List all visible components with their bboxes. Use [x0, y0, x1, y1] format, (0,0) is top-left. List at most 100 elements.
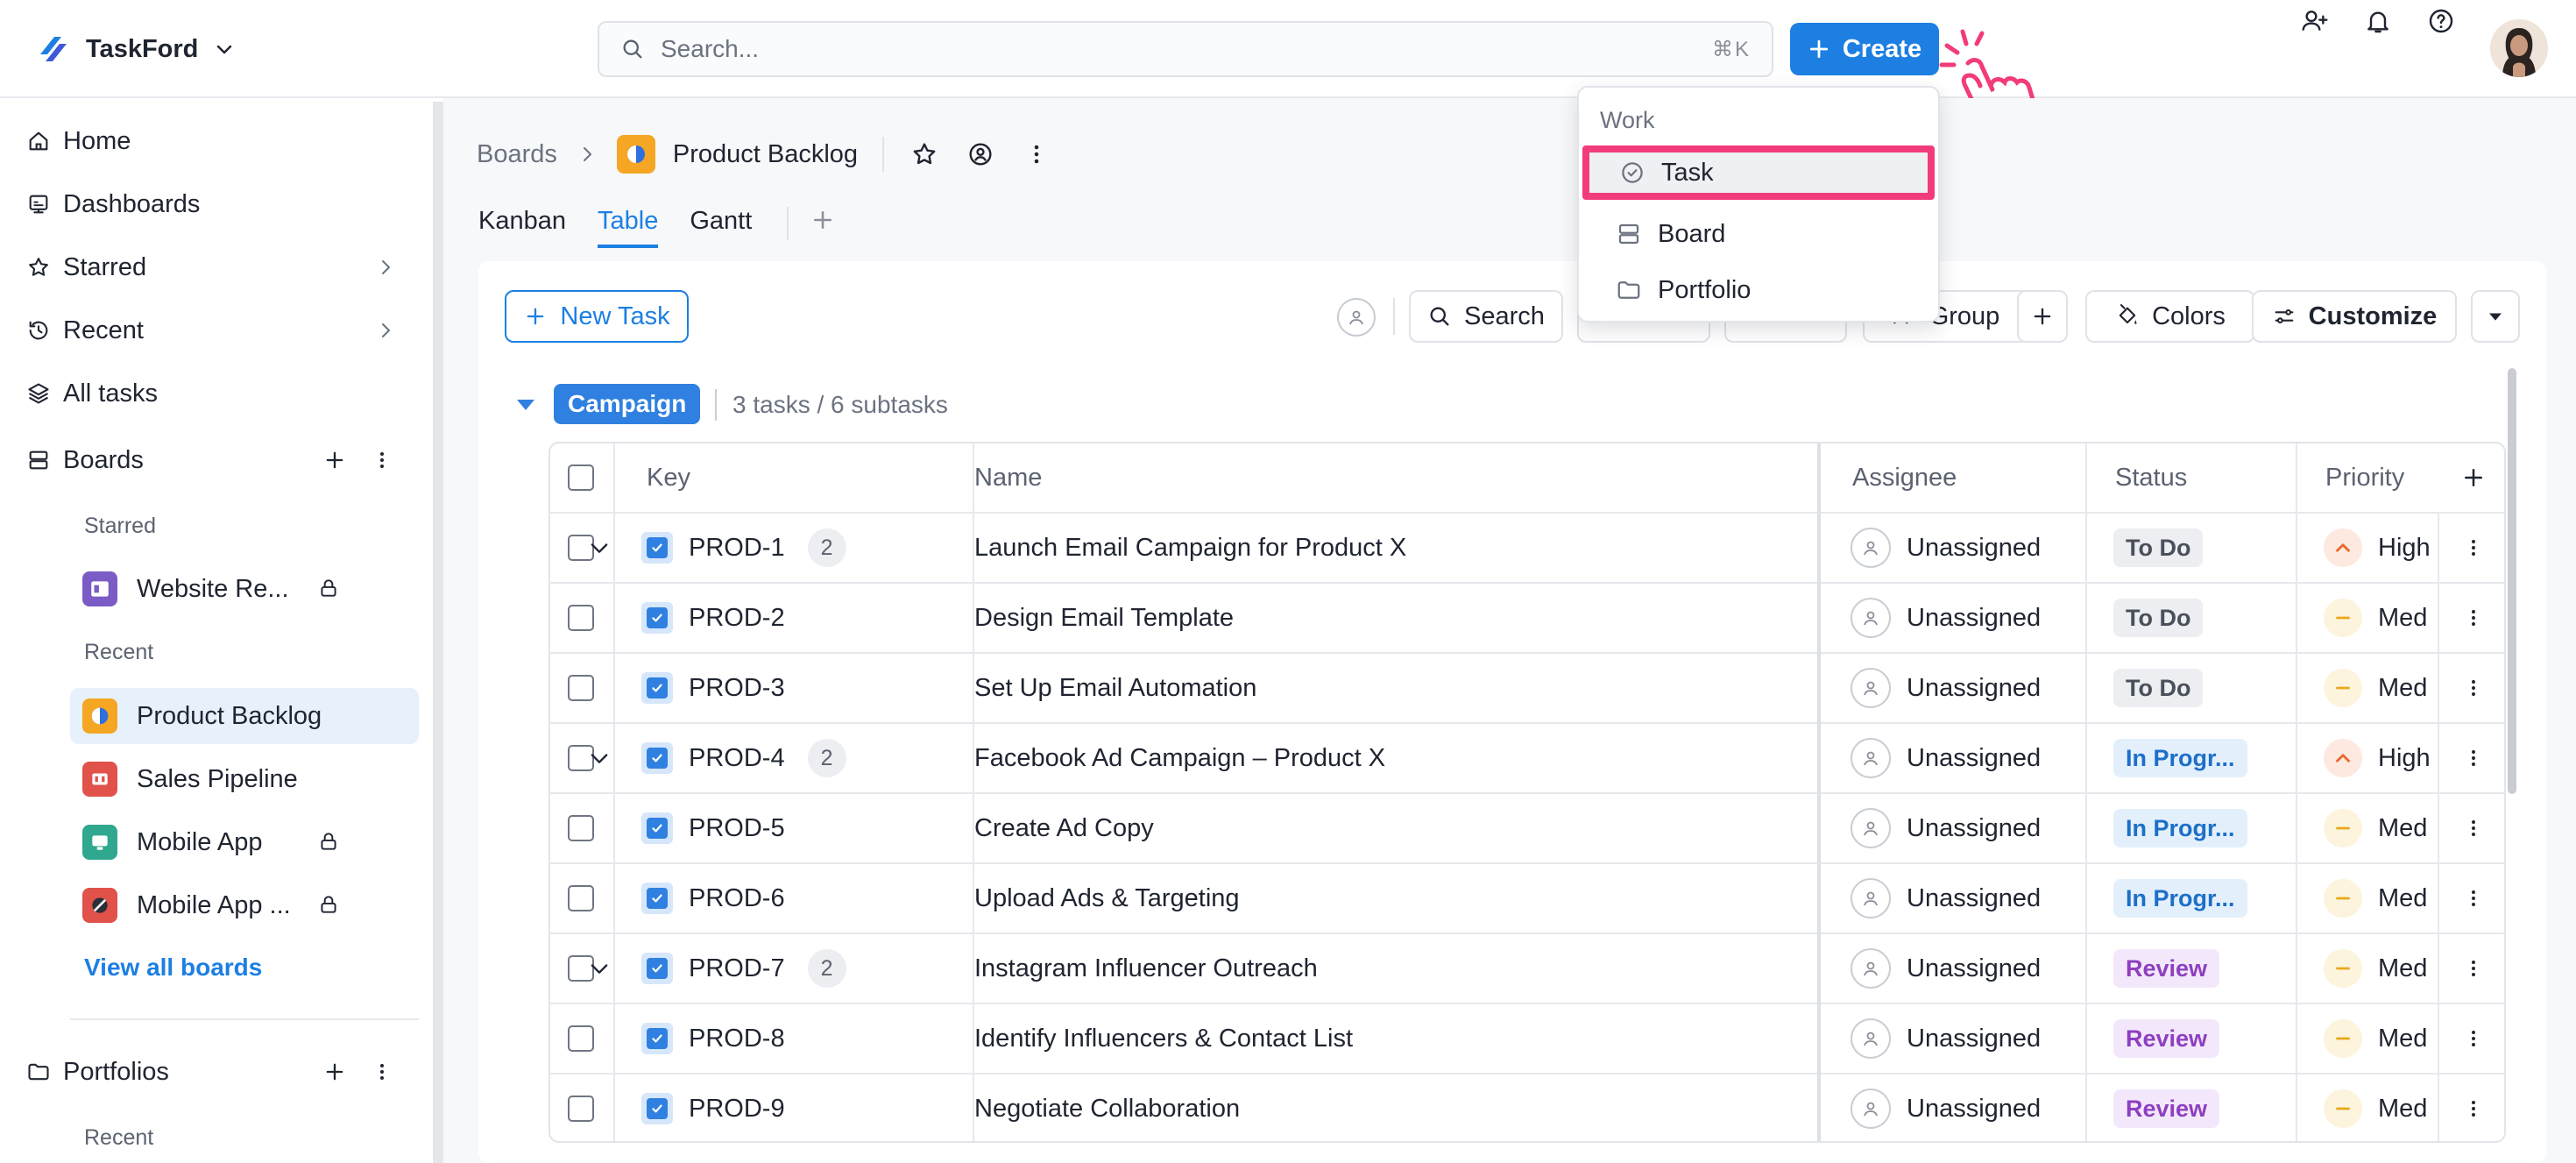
create-button[interactable]: Create: [1790, 23, 1939, 75]
board-mobile-app[interactable]: Mobile App: [70, 814, 419, 870]
sidebar-item-boards[interactable]: Boards: [26, 436, 144, 485]
priority-cell[interactable]: Med: [2324, 794, 2427, 862]
add-column-icon[interactable]: [2439, 443, 2504, 512]
select-all-checkbox[interactable]: [568, 464, 594, 491]
row-checkbox[interactable]: [568, 675, 594, 701]
task-name[interactable]: Identify Influencers & Contact List: [974, 1004, 1353, 1073]
task-name[interactable]: Negotiate Collaboration: [974, 1074, 1240, 1141]
priority-cell[interactable]: Med: [2324, 864, 2427, 933]
priority-cell[interactable]: Med: [2324, 584, 2427, 652]
sidebar-item-dashboards[interactable]: Dashboards: [26, 180, 200, 229]
global-search[interactable]: ⌘K: [598, 21, 1773, 77]
priority-cell[interactable]: High: [2324, 514, 2431, 582]
column-header-key[interactable]: Key: [647, 443, 690, 512]
task-name[interactable]: Launch Email Campaign for Product X: [974, 514, 1406, 582]
sidebar-item-all-tasks[interactable]: All tasks: [26, 369, 158, 418]
board-mobile-app-2[interactable]: Mobile App ...: [70, 877, 419, 933]
table-row[interactable]: PROD-9 Negotiate Collaboration Unassigned R…: [550, 1074, 2504, 1141]
tab-kanban[interactable]: Kanban: [478, 207, 566, 245]
table-row[interactable]: PROD-4 2 Facebook Ad Campaign – Product X U…: [550, 724, 2504, 794]
status-cell[interactable]: Review: [2113, 1004, 2220, 1073]
row-checkbox[interactable]: [568, 1025, 594, 1052]
row-checkbox[interactable]: [568, 815, 594, 841]
chevron-down-icon[interactable]: [587, 956, 612, 981]
task-name[interactable]: Set Up Email Automation: [974, 654, 1256, 722]
assignee-cell[interactable]: Unassigned: [1851, 864, 2041, 933]
assignee-cell[interactable]: Unassigned: [1851, 654, 2041, 722]
add-board-icon[interactable]: [321, 446, 349, 474]
assignee-cell[interactable]: Unassigned: [1851, 724, 2041, 792]
task-name[interactable]: Facebook Ad Campaign – Product X: [974, 724, 1385, 792]
task-key[interactable]: PROD-8: [689, 1025, 785, 1053]
colors-button[interactable]: Colors: [2085, 290, 2255, 343]
watch-board-icon[interactable]: [965, 138, 996, 170]
row-checkbox[interactable]: [568, 885, 594, 911]
table-row[interactable]: PROD-8 Identify Influencers & Contact Lis…: [550, 1004, 2504, 1074]
status-cell[interactable]: To Do: [2113, 514, 2204, 582]
sidebar-item-home[interactable]: Home: [26, 117, 131, 166]
task-name[interactable]: Design Email Template: [974, 584, 1234, 652]
column-header-priority[interactable]: Priority: [2325, 443, 2404, 512]
add-portfolio-icon[interactable]: [321, 1058, 349, 1086]
chevron-down-icon[interactable]: [587, 746, 612, 770]
row-checkbox[interactable]: [568, 1096, 594, 1122]
table-scrollbar[interactable]: [2508, 368, 2516, 794]
boards-more-icon[interactable]: [368, 446, 396, 474]
task-key[interactable]: PROD-5: [689, 814, 785, 843]
table-row[interactable]: PROD-1 2 Launch Email Campaign for Product…: [550, 514, 2504, 584]
status-cell[interactable]: Review: [2113, 1074, 2220, 1141]
row-more-icon[interactable]: [2438, 864, 2504, 933]
status-cell[interactable]: To Do: [2113, 584, 2204, 652]
assignee-cell[interactable]: Unassigned: [1851, 1074, 2041, 1141]
status-cell[interactable]: To Do: [2113, 654, 2204, 722]
table-row[interactable]: PROD-6 Upload Ads & Targeting Unassigned In…: [550, 864, 2504, 934]
collapse-group-icon[interactable]: [513, 394, 538, 415]
table-row[interactable]: PROD-2 Design Email Template Unassigned To …: [550, 584, 2504, 654]
sidebar-scrollbar[interactable]: [433, 102, 443, 1163]
task-key[interactable]: PROD-6: [689, 884, 785, 913]
breadcrumb-boards-link[interactable]: Boards: [477, 140, 557, 169]
board-product-backlog[interactable]: Product Backlog: [70, 688, 419, 744]
row-more-icon[interactable]: [2438, 514, 2504, 582]
task-key[interactable]: PROD-7: [689, 954, 785, 983]
status-cell[interactable]: Review: [2113, 934, 2220, 1003]
bell-icon[interactable]: [2357, 0, 2399, 42]
status-cell[interactable]: In Progr...: [2113, 864, 2247, 933]
board-more-icon[interactable]: [1021, 138, 1052, 170]
view-all-boards-link[interactable]: View all boards: [84, 954, 262, 982]
assignee-cell[interactable]: Unassigned: [1851, 1004, 2041, 1073]
table-row[interactable]: PROD-3 Set Up Email Automation Unassigned T…: [550, 654, 2504, 724]
task-key[interactable]: PROD-3: [689, 674, 785, 703]
task-key[interactable]: PROD-9: [689, 1095, 785, 1124]
create-board-item[interactable]: Board: [1579, 207, 1938, 261]
task-name[interactable]: Create Ad Copy: [974, 794, 1154, 862]
table-row[interactable]: PROD-5 Create Ad Copy Unassigned In Progr..…: [550, 794, 2504, 864]
row-more-icon[interactable]: [2438, 1074, 2504, 1141]
board-website-redesign[interactable]: Website Re...: [70, 561, 419, 617]
row-more-icon[interactable]: [2438, 724, 2504, 792]
assignee-cell[interactable]: Unassigned: [1851, 584, 2041, 652]
sidebar-item-portfolios[interactable]: Portfolios: [26, 1047, 169, 1096]
create-portfolio-item[interactable]: Portfolio: [1579, 263, 1938, 317]
assignee-cell[interactable]: Unassigned: [1851, 794, 2041, 862]
portfolios-more-icon[interactable]: [368, 1058, 396, 1086]
column-header-status[interactable]: Status: [2115, 443, 2187, 512]
task-key[interactable]: PROD-2: [689, 604, 785, 633]
row-more-icon[interactable]: [2438, 584, 2504, 652]
column-header-assignee[interactable]: Assignee: [1852, 443, 1957, 512]
customize-button[interactable]: Customize: [2252, 290, 2457, 343]
priority-cell[interactable]: Med: [2324, 934, 2427, 1003]
invite-user-icon[interactable]: [2294, 0, 2336, 42]
help-icon[interactable]: [2420, 0, 2462, 42]
new-task-button[interactable]: New Task: [505, 290, 689, 343]
row-more-icon[interactable]: [2438, 654, 2504, 722]
chevron-down-icon[interactable]: [587, 535, 612, 560]
row-more-icon[interactable]: [2438, 1004, 2504, 1073]
create-task-item[interactable]: Task: [1582, 145, 1935, 200]
search-tasks-button[interactable]: Search: [1409, 290, 1563, 343]
row-checkbox[interactable]: [568, 605, 594, 631]
chevron-right-icon[interactable]: [375, 320, 396, 341]
search-input[interactable]: [661, 35, 1712, 63]
row-more-icon[interactable]: [2438, 934, 2504, 1003]
task-key[interactable]: PROD-1: [689, 534, 785, 563]
